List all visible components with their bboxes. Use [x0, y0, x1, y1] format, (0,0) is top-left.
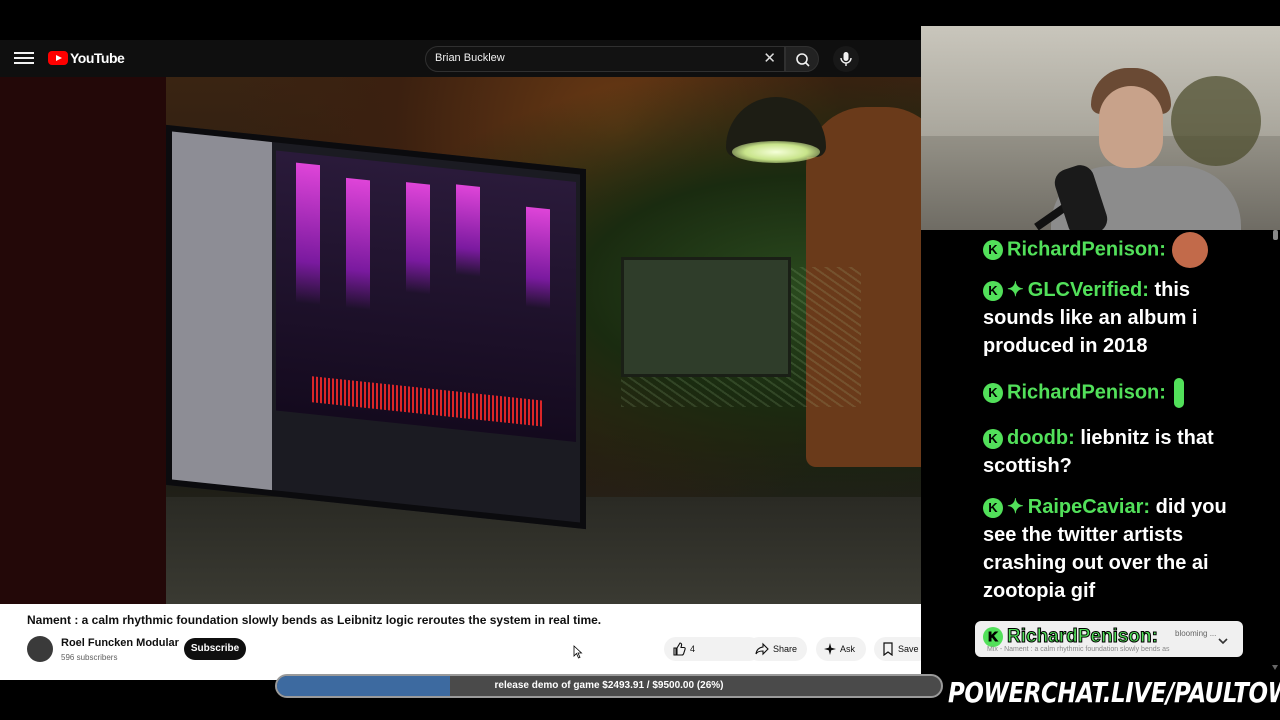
video-info-bar: Nament : a calm rhythmic foundation slow…	[0, 604, 960, 680]
subscribe-button[interactable]: Subscribe	[184, 638, 246, 660]
microphone-icon	[840, 52, 852, 66]
goal-text: release demo of game $2493.91 / $9500.00…	[494, 680, 724, 691]
youtube-logo[interactable]: YouTube	[48, 50, 125, 66]
monitor-side-panel	[172, 131, 272, 491]
sparkle-icon	[824, 643, 836, 655]
clear-icon[interactable]: ✕	[763, 51, 776, 67]
share-label: Share	[773, 644, 798, 654]
chat-notification-popup[interactable]: K RichardPenison: blooming ... Mix - Name…	[975, 621, 1243, 657]
ask-button[interactable]: Ask	[816, 637, 866, 661]
spectrogram-band	[526, 206, 550, 310]
thumbs-up-icon	[673, 642, 686, 656]
computer-monitor	[166, 124, 586, 530]
chat-username: doodb:	[1007, 427, 1075, 449]
streamer-face	[1099, 86, 1163, 168]
chat-message: K ✦ RaipeCaviar: did you see the twitter a…	[983, 493, 1263, 605]
chat-username: GLCVerified:	[1027, 279, 1149, 301]
youtube-masthead: YouTube Brian Bucklew ✕	[0, 40, 921, 77]
lamp-glow	[732, 141, 820, 163]
youtube-wordmark: YouTube	[70, 50, 125, 66]
spectrogram-band	[406, 182, 430, 295]
chat-overlay: K RichardPenison: K ✦ GLCVerified: this sou…	[921, 230, 1280, 680]
subscriber-count: 596 subscribers	[61, 653, 118, 662]
bookmark-icon	[883, 642, 893, 656]
channel-name[interactable]: Roel Funcken Modular	[61, 637, 179, 649]
kick-badge-icon: K	[983, 383, 1003, 404]
video-title: Nament : a calm rhythmic foundation slow…	[27, 613, 602, 627]
mouse-cursor-icon	[573, 645, 583, 659]
chevron-down-icon[interactable]	[1216, 634, 1230, 648]
video-letterbox	[0, 77, 166, 604]
webcam-plant	[1171, 76, 1261, 166]
spectrogram-band	[346, 177, 370, 311]
popup-subtitle: Mix - Nament : a calm rhythmic foundatio…	[987, 646, 1170, 653]
save-label: Save	[898, 644, 919, 654]
search-button[interactable]	[785, 46, 819, 72]
popup-username: K RichardPenison:	[983, 626, 1158, 648]
scroll-down-arrow-icon[interactable]	[1272, 665, 1278, 670]
chat-username: RaipeCaviar:	[1027, 496, 1151, 518]
brand-url: POWERCHAT.LIVE/PAULTOWN	[948, 676, 1280, 709]
chat-message: K RichardPenison:	[983, 378, 1263, 408]
kick-badge-icon: K	[983, 627, 1003, 647]
chat-scroll-thumb[interactable]	[1273, 230, 1278, 240]
youtube-play-icon	[48, 51, 68, 65]
sparkle-badge-icon: ✦	[1007, 279, 1024, 301]
emote-face-icon	[1171, 232, 1208, 268]
share-icon	[755, 642, 769, 656]
popup-username-text: RichardPenison:	[1007, 626, 1159, 648]
kick-badge-icon: K	[983, 281, 1003, 301]
chat-username: RichardPenison:	[1007, 238, 1166, 261]
kick-badge-icon: K	[983, 240, 1003, 261]
chat-message: Kdoodb: liebnitz is that scottish?	[983, 424, 1263, 480]
popup-snippet: blooming ...	[1175, 629, 1217, 638]
like-count: 4	[690, 644, 696, 654]
spectrogram-band	[456, 184, 480, 277]
video-player[interactable]	[0, 77, 921, 604]
chat-message: K ✦ GLCVerified: this sounds like an album…	[983, 276, 1263, 360]
emote-figure-icon	[1173, 378, 1184, 408]
share-button[interactable]: Share	[747, 637, 807, 661]
menu-icon[interactable]	[14, 49, 34, 67]
kick-badge-icon: K	[983, 429, 1003, 449]
search-icon	[796, 53, 810, 67]
donation-goal-bar: release demo of game $2493.91 / $9500.00…	[275, 674, 943, 698]
chat-message: K RichardPenison:	[983, 232, 1263, 268]
kick-badge-icon: K	[983, 498, 1003, 518]
sparkle-badge-icon: ✦	[1007, 496, 1024, 518]
modular-synth-rack	[621, 257, 791, 377]
ask-label: Ask	[840, 644, 856, 654]
video-frame-studio-scene	[166, 77, 921, 604]
stream-screen: YouTube Brian Bucklew ✕ Nament: a calm …	[0, 0, 1280, 720]
chat-username: RichardPenison:	[1007, 381, 1166, 404]
search-query[interactable]: Brian Bucklew	[435, 52, 505, 64]
search-input[interactable]: Brian Bucklew ✕	[425, 46, 785, 72]
channel-avatar[interactable]	[27, 636, 53, 662]
spectrogram-band	[296, 162, 320, 306]
streamer-webcam	[921, 26, 1280, 230]
chat-scrollbar[interactable]	[1272, 230, 1278, 670]
voice-search-button[interactable]	[833, 46, 859, 72]
